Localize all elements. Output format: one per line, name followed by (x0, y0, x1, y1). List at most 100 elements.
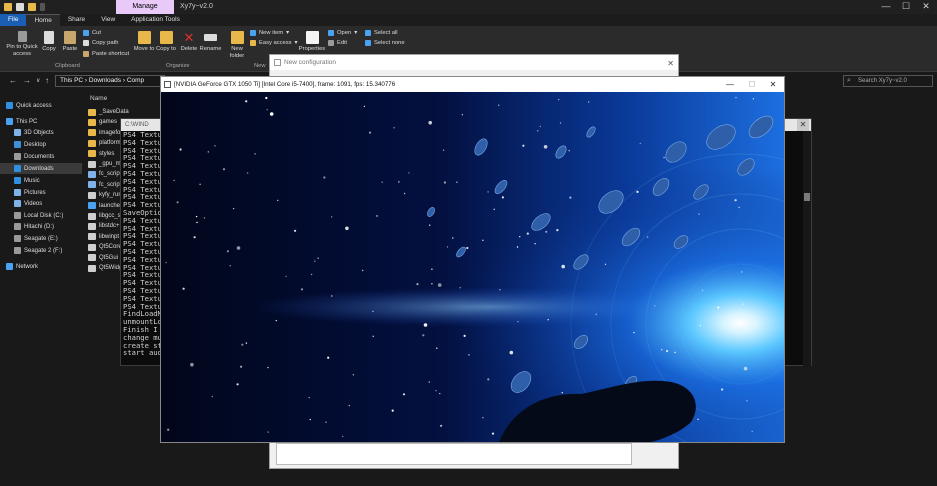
file-row[interactable]: libgcc_s (88, 211, 121, 221)
sidebar-item[interactable]: This PC (0, 116, 82, 127)
console-scrollbar[interactable] (803, 131, 811, 367)
properties-button[interactable]: Properties (297, 31, 327, 53)
new-folder-icon[interactable] (28, 3, 36, 11)
address-bar[interactable]: This PC › Downloads › Comp (55, 75, 165, 87)
maximize-button[interactable]: ☐ (895, 1, 917, 12)
sidebar-item[interactable]: Videos (0, 198, 82, 209)
explorer-titlebar: Manage Xy7y~v2.0 — ☐ ✕ (0, 0, 937, 14)
pin-quick-access-button[interactable]: Pin to Quick access (4, 31, 40, 57)
file-row[interactable]: Qt5Core (88, 242, 122, 252)
tab-share[interactable]: Share (60, 14, 93, 26)
easy-access-label: Easy access (259, 40, 292, 46)
star (269, 112, 274, 116)
copy-button[interactable]: Copy (40, 31, 58, 53)
file-row[interactable]: games (88, 117, 117, 127)
star (734, 199, 737, 202)
paste-shortcut-button[interactable]: Paste shortcut (83, 51, 129, 57)
tab-application-tools[interactable]: Application Tools (123, 14, 188, 26)
close-button[interactable]: ✕ (915, 1, 937, 12)
console-close-button[interactable]: ✕ (797, 119, 809, 131)
sidebar-item[interactable]: Seagate (E:) (0, 233, 82, 244)
select-all-button[interactable]: Select all (365, 30, 398, 36)
sidebar-item[interactable]: Hitachi (D:) (0, 221, 82, 232)
file-row[interactable]: kyfy_run (88, 190, 122, 200)
star (246, 172, 249, 174)
game-canvas[interactable] (161, 92, 784, 442)
tab-home[interactable]: Home (26, 14, 60, 26)
game-minimize-button[interactable]: — (719, 77, 741, 92)
file-row[interactable]: Qt5Widg (88, 263, 122, 273)
edit-button[interactable]: Edit (328, 40, 347, 46)
back-arrow-icon[interactable]: ← (9, 76, 17, 85)
tab-file[interactable]: File (0, 14, 27, 26)
sidebar-item[interactable]: 3D Objects (0, 127, 82, 138)
sidebar-item[interactable]: Downloads (0, 163, 82, 174)
dialog-input-field[interactable] (276, 443, 632, 465)
minimize-button[interactable]: — (875, 1, 897, 11)
file-row[interactable]: fc_script (88, 169, 121, 179)
game-close-button[interactable]: ✕ (762, 77, 784, 92)
move-to-icon (137, 31, 151, 44)
drive-icon (14, 223, 21, 230)
new-item-button[interactable]: New item ▾ (250, 30, 289, 36)
star (437, 283, 442, 287)
breadcrumb[interactable]: This PC › Downloads › Comp (60, 77, 144, 84)
file-row[interactable]: fc_script (88, 180, 121, 190)
sidebar-item[interactable]: Network (0, 261, 82, 272)
paste-button[interactable]: Paste (60, 31, 80, 53)
star (372, 335, 374, 337)
game-maximize-button[interactable]: ☐ (741, 77, 763, 92)
search-input[interactable]: ⌕ Search Xy7y~v2.0 (843, 75, 933, 87)
new-folder-button[interactable]: New folder (227, 31, 247, 59)
file-row[interactable]: _SaveData (88, 107, 129, 117)
file-row[interactable]: Qt5Gui (88, 253, 118, 263)
file-row[interactable]: styles (88, 149, 114, 159)
tab-view[interactable]: View (93, 14, 123, 26)
dialog-close-button[interactable]: ✕ (667, 56, 674, 71)
pc-icon (6, 118, 13, 125)
sidebar-item[interactable]: Seagate 2 (F:) (0, 245, 82, 256)
cut-button[interactable]: Cut (83, 30, 101, 36)
file-row[interactable]: platforms (88, 138, 124, 148)
game-titlebar: [NVIDIA GeForce GTX 1050 Ti] [Intel Core… (161, 77, 784, 92)
file-row[interactable]: libstdc+ (88, 221, 120, 231)
star (741, 271, 743, 273)
select-none-button[interactable]: Select none (365, 40, 405, 46)
up-arrow-icon[interactable]: ↑ (45, 76, 49, 85)
folder-icon[interactable] (4, 3, 12, 11)
rename-button[interactable]: Rename (199, 31, 222, 53)
open-button[interactable]: Open ▾ (328, 30, 357, 36)
star (423, 323, 428, 327)
star (245, 100, 248, 103)
app-icon (88, 202, 96, 210)
easy-access-button[interactable]: Easy access ▾ (250, 40, 297, 46)
sidebar-item[interactable]: Music (0, 175, 82, 186)
scrollbar-thumb[interactable] (804, 193, 810, 201)
sidebar-item[interactable]: Documents (0, 151, 82, 162)
properties-icon[interactable] (16, 3, 24, 11)
file-row[interactable]: libwinpt (88, 232, 119, 242)
star (461, 114, 464, 116)
delete-button[interactable]: ✕ Delete (178, 31, 200, 53)
star (348, 404, 350, 407)
star (661, 349, 663, 351)
sidebar-item[interactable]: Desktop (0, 139, 82, 150)
star (285, 275, 287, 278)
file-name: kyfy_run (99, 192, 122, 199)
sidebar-item[interactable]: Local Disk (C:) (0, 210, 82, 221)
move-to-button[interactable]: Move to (133, 31, 155, 53)
open-icon (328, 30, 334, 36)
chevron-down-icon[interactable]: ∨ (36, 77, 40, 84)
column-header-name[interactable]: Name (90, 95, 107, 102)
sidebar-item[interactable]: Quick access (0, 100, 82, 111)
sidebar-item[interactable]: Pictures (0, 187, 82, 198)
file-row[interactable]: _gpu_m (88, 159, 121, 169)
game-window[interactable]: [NVIDIA GeForce GTX 1050 Ti] [Intel Core… (160, 76, 785, 443)
chevron-down-icon[interactable] (40, 3, 45, 11)
copy-to-button[interactable]: Copy to (155, 31, 177, 53)
forward-arrow-icon[interactable]: → (23, 76, 31, 85)
copy-path-button[interactable]: Copy path (83, 40, 118, 46)
ribbon-context-tab-manage[interactable]: Manage (116, 0, 174, 14)
file-row[interactable]: launcher (88, 201, 122, 211)
star (466, 246, 469, 250)
